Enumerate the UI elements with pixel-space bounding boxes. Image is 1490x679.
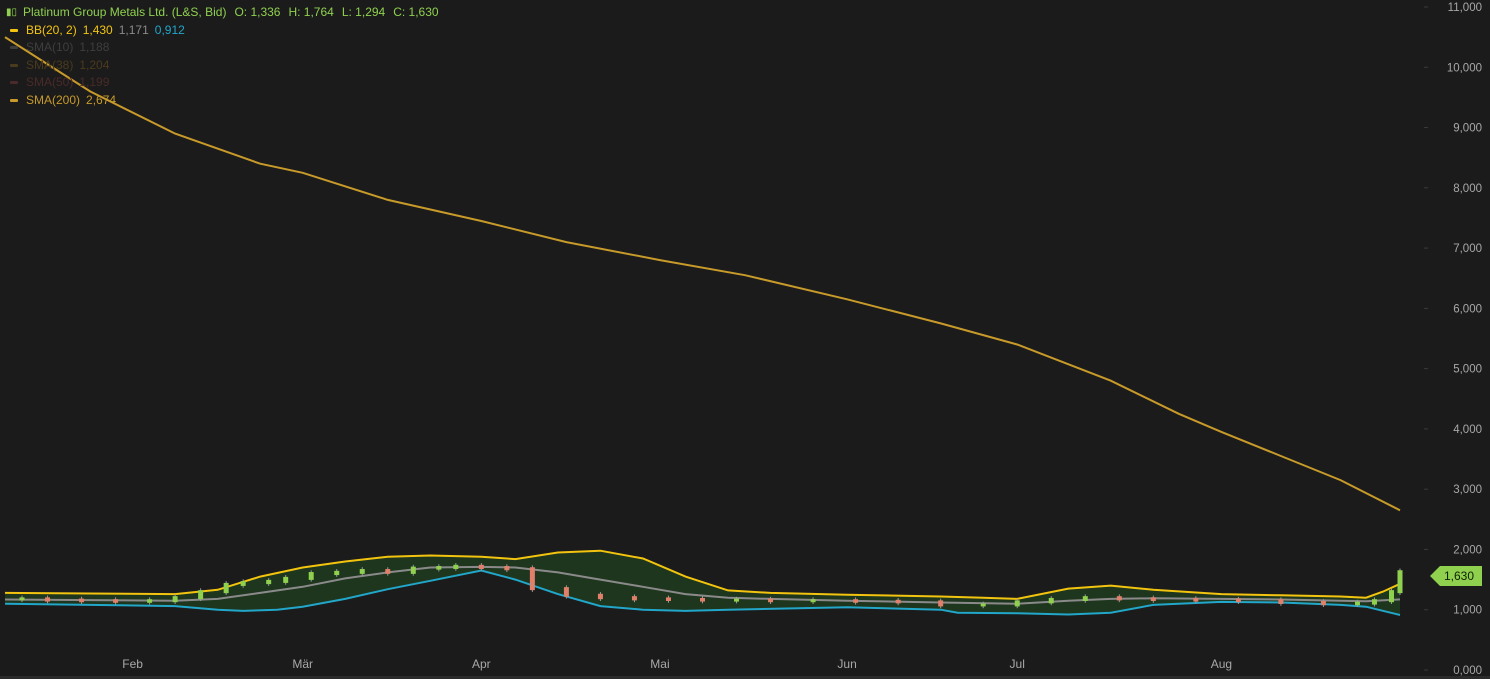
legend-swatch	[10, 46, 18, 50]
candle-body	[478, 564, 484, 570]
legend-swatch	[10, 28, 18, 32]
candle-body	[359, 569, 365, 574]
legend-title-row: ▮▯ Platinum Group Metals Ltd. (L&S, Bid)…	[6, 4, 439, 22]
candle-body	[113, 599, 119, 603]
legend-entry[interactable]: SMA(38) 1,204	[6, 57, 439, 75]
y-tick-label: 11,000	[1448, 2, 1482, 14]
candle-body	[1116, 596, 1122, 601]
x-tick-label: Aug	[1211, 657, 1232, 671]
candle-body	[1014, 600, 1020, 607]
legend-value: 1,199	[79, 75, 110, 89]
legend-value: 1,204	[79, 57, 110, 72]
legend-entry[interactable]: SMA(10) 1,188	[6, 39, 439, 57]
candle-body	[529, 567, 535, 591]
candle-body	[1193, 597, 1199, 602]
chart-area[interactable]: 0,000 1,000 2,000 3,000 4,000 5,000 6,000 7,000…	[0, 0, 1490, 679]
candle-body	[266, 579, 272, 585]
ohlc-open: O: 1,336	[234, 5, 281, 19]
x-tick-label: Jun	[837, 657, 856, 671]
y-tick-label: 4,000	[1453, 424, 1482, 436]
candle-body	[308, 572, 314, 580]
candle-body	[1278, 599, 1284, 605]
y-tick-label: 7,000	[1453, 243, 1482, 255]
candle-body	[597, 593, 603, 600]
candle-body	[198, 590, 204, 600]
legend-label: SMA(38)	[26, 57, 74, 72]
candle-body	[147, 599, 153, 603]
ohlc-low: L: 1,294	[341, 5, 386, 19]
candle-body	[283, 576, 289, 583]
y-tick-label: 9,000	[1453, 123, 1482, 135]
candle-body	[1388, 590, 1394, 603]
legend-label: SMA(50)	[26, 75, 74, 89]
legend-entry[interactable]: BB(20, 2) 1,430 1,171 0,912	[6, 22, 439, 40]
legend-swatch	[10, 81, 18, 85]
x-tick-label: Feb	[122, 657, 143, 671]
candle-body	[504, 566, 510, 571]
candle-body	[334, 570, 340, 576]
legend-value: 1,171	[118, 22, 149, 37]
candle-body	[734, 598, 740, 602]
candle-body	[1082, 596, 1088, 601]
candle-body	[240, 581, 246, 586]
x-tick-label: Mai	[650, 657, 669, 671]
y-tick-label: 1,000	[1453, 605, 1482, 617]
candle-body	[223, 582, 229, 594]
candle-body	[853, 599, 859, 603]
legend-value: 2,674	[86, 92, 117, 107]
series-lines	[4, 36, 1401, 616]
candle-body	[410, 566, 416, 574]
x-tick-label: Mär	[292, 657, 313, 671]
y-tick-label: 5,000	[1453, 364, 1482, 376]
legend-entry[interactable]: SMA(200) 2,674	[6, 92, 439, 110]
y-tick-label: 2,000	[1453, 544, 1482, 556]
candle-body	[768, 598, 774, 603]
candle-body	[1397, 570, 1403, 594]
instrument-title: Platinum Group Metals Ltd. (L&S, Bid)	[23, 5, 227, 19]
legend-label: SMA(200)	[26, 92, 81, 107]
candle-body	[1354, 601, 1360, 606]
candle-body	[436, 566, 442, 570]
candle-body	[700, 597, 705, 602]
y-tick-label: 6,000	[1453, 303, 1482, 315]
candle-body	[172, 596, 178, 603]
y-tick-label: 10,000	[1447, 62, 1482, 74]
candle-body	[385, 569, 391, 574]
candle-body	[938, 600, 944, 607]
candle-body	[1235, 598, 1241, 603]
candle-body	[563, 587, 569, 597]
legend-label: BB(20, 2)	[26, 22, 77, 37]
legend-value: 0,912	[154, 22, 185, 37]
y-tick-label: 0,000	[1453, 665, 1482, 677]
y-tick-label: 8,000	[1453, 183, 1482, 195]
candle-body	[631, 596, 637, 601]
last-price-badge: 1,630	[1430, 566, 1483, 586]
candle-body	[1371, 599, 1377, 605]
legend-value: 1,430	[82, 22, 113, 37]
candle-body	[1048, 597, 1054, 604]
candle-chart-icon[interactable]: ▮▯	[6, 4, 17, 22]
legend-value: 1,188	[79, 40, 110, 54]
x-tick-label: Apr	[472, 657, 491, 671]
legend-label: SMA(10)	[26, 40, 74, 54]
x-axis: Feb Mär Apr Mai Jun Jul Aug	[0, 657, 1490, 679]
candle-body	[453, 564, 459, 570]
candle-body	[19, 597, 25, 601]
candle-body	[810, 599, 816, 603]
candle-body	[45, 597, 51, 602]
legend-swatch	[10, 98, 18, 102]
candle-body	[1320, 600, 1326, 606]
candle-body	[980, 603, 986, 607]
candle-body	[895, 599, 901, 604]
candle-body	[1150, 597, 1156, 601]
ohlc-close: C: 1,630	[393, 5, 439, 19]
y-tick-label: 3,000	[1453, 484, 1482, 496]
ohlc-high: H: 1,764	[288, 5, 334, 19]
legend-swatch	[10, 63, 18, 67]
legend-entry[interactable]: SMA(50) 1,199	[6, 74, 439, 92]
candle-body	[665, 597, 671, 601]
chart-legend: ▮▯ Platinum Group Metals Ltd. (L&S, Bid)…	[6, 4, 439, 109]
x-tick-label: Jul	[1010, 657, 1025, 671]
candle-body	[79, 598, 85, 603]
